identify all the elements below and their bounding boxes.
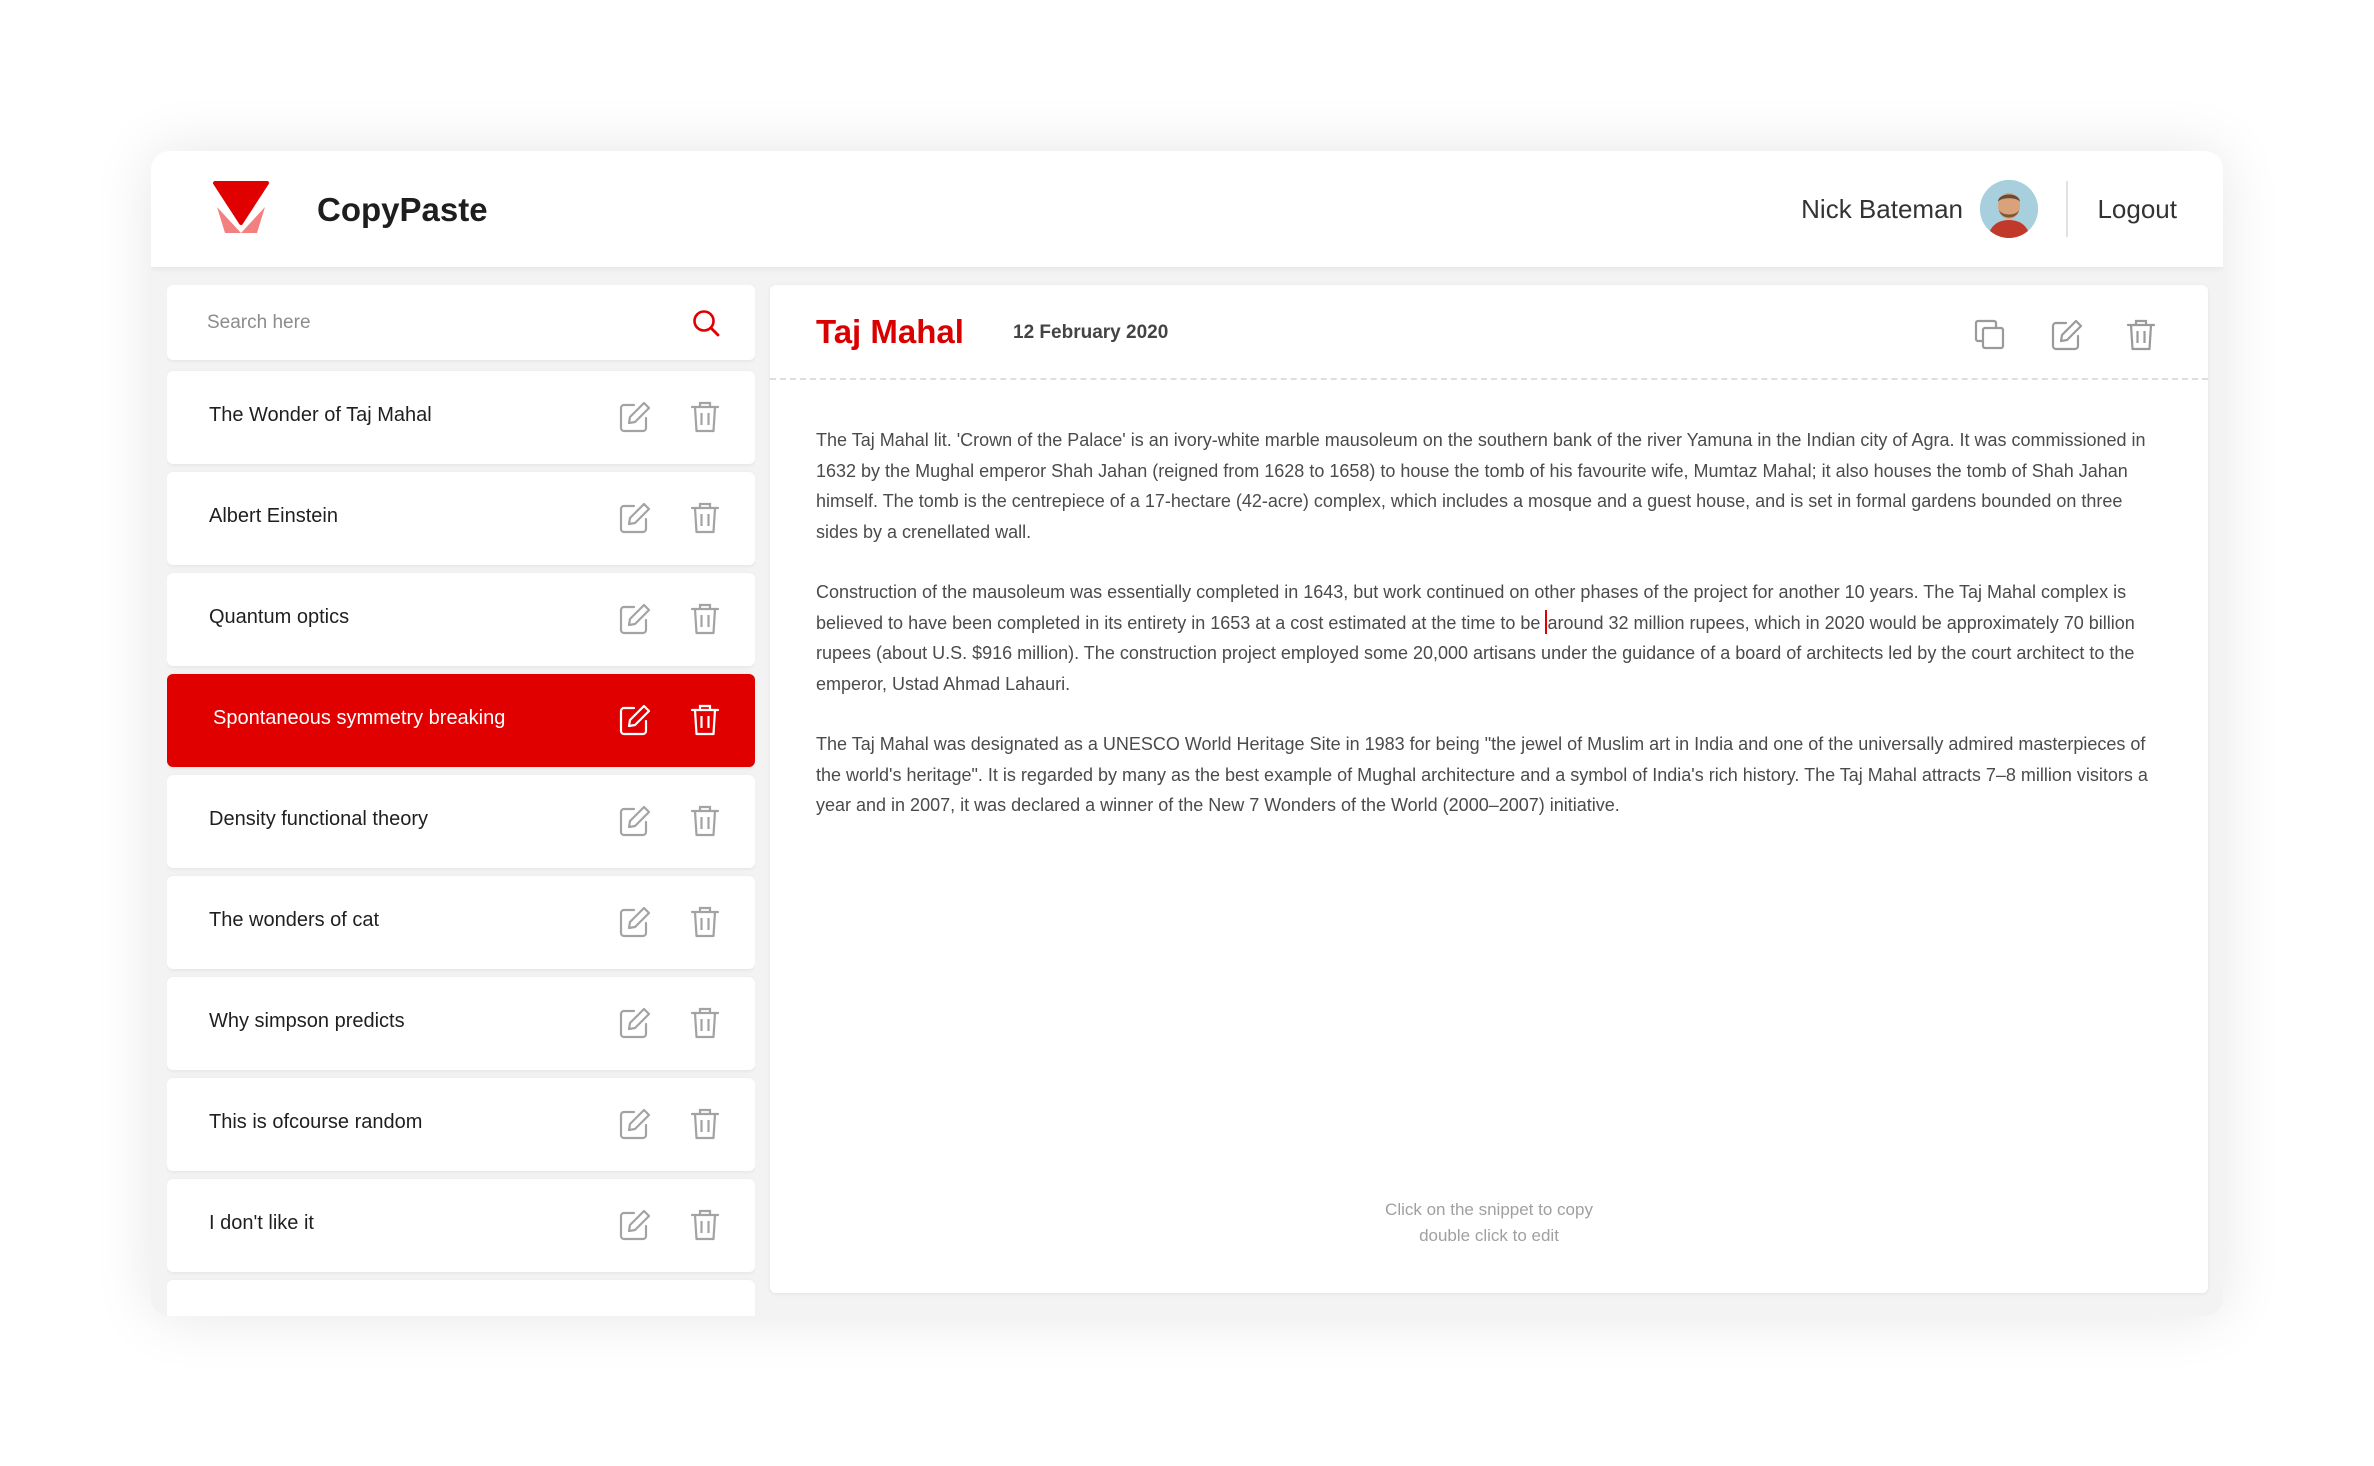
- snippet-list-item[interactable]: [167, 1280, 755, 1316]
- snippet-list-item[interactable]: The Wonder of Taj Mahal: [167, 371, 755, 464]
- document-date: 12 February 2020: [1013, 322, 1169, 343]
- snippet-title: Why simpson predicts: [209, 1010, 405, 1032]
- snippet-sidebar: The Wonder of Taj Mahal Albert Einstein Qu…: [167, 285, 755, 1316]
- document-paragraph: Construction of the mausoleum was essent…: [816, 577, 2156, 699]
- snippet-list-item[interactable]: Spontaneous symmetry breaking: [167, 674, 755, 767]
- hint-line: Click on the snippet to copy: [1385, 1200, 1593, 1219]
- snippet-detail-panel: Taj Mahal 12 February 2020 The Taj Mahal…: [770, 285, 2208, 1293]
- snippet-title: Density functional theory: [209, 808, 429, 830]
- snippet-list-item[interactable]: I don't like it: [167, 1179, 755, 1272]
- snippet-title: The wonders of cat: [209, 909, 380, 931]
- snippet-title: Spontaneous symmetry breaking: [213, 707, 506, 729]
- edit-icon[interactable]: [617, 602, 651, 636]
- trash-icon[interactable]: [690, 703, 720, 737]
- copy-icon[interactable]: [1973, 318, 2007, 352]
- snippet-list-item[interactable]: Why simpson predicts: [167, 977, 755, 1070]
- edit-icon[interactable]: [617, 1107, 651, 1141]
- hint-line: double click to edit: [1419, 1226, 1559, 1245]
- snippet-list-item[interactable]: The wonders of cat: [167, 876, 755, 969]
- trash-icon[interactable]: [690, 1208, 720, 1242]
- trash-icon[interactable]: [690, 501, 720, 535]
- copypaste-logo-icon: [213, 181, 269, 233]
- app-window: CopyPaste Nick Bateman Logout The Wonder…: [151, 151, 2223, 1316]
- trash-icon[interactable]: [690, 905, 720, 939]
- snippet-list-item[interactable]: Quantum optics: [167, 573, 755, 666]
- user-name: Nick Bateman: [1801, 194, 1963, 224]
- usage-hint: Click on the snippet to copy double clic…: [770, 1197, 2208, 1249]
- edit-icon[interactable]: [617, 501, 651, 535]
- edit-icon[interactable]: [617, 400, 651, 434]
- trash-icon[interactable]: [690, 400, 720, 434]
- document-title: Taj Mahal: [816, 313, 964, 350]
- trash-icon[interactable]: [690, 1006, 720, 1040]
- search-bar: [167, 285, 755, 360]
- edit-icon[interactable]: [617, 905, 651, 939]
- trash-icon[interactable]: [690, 804, 720, 838]
- app-name: CopyPaste: [317, 191, 488, 228]
- trash-icon[interactable]: [690, 1107, 720, 1141]
- edit-icon[interactable]: [2049, 318, 2083, 352]
- snippet-title: This is ofcourse random: [209, 1111, 423, 1133]
- snippet-list-item[interactable]: This is ofcourse random: [167, 1078, 755, 1171]
- trash-icon[interactable]: [690, 602, 720, 636]
- user-avatar-icon: [1980, 180, 2038, 238]
- trash-icon[interactable]: [2126, 318, 2156, 352]
- top-bar: CopyPaste Nick Bateman Logout: [151, 151, 2223, 267]
- snippet-title: I don't like it: [209, 1212, 314, 1234]
- header-divider: [2066, 181, 2068, 237]
- avatar[interactable]: [1980, 180, 2038, 238]
- edit-icon[interactable]: [617, 1006, 651, 1040]
- snippet-title: The Wonder of Taj Mahal: [209, 404, 432, 426]
- snippet-list-item[interactable]: Albert Einstein: [167, 472, 755, 565]
- search-input[interactable]: [207, 303, 647, 343]
- document-paragraph: The Taj Mahal lit. 'Crown of the Palace'…: [816, 430, 2146, 542]
- logout-button[interactable]: Logout: [2097, 194, 2177, 225]
- edit-icon[interactable]: [617, 703, 651, 737]
- document-body[interactable]: The Taj Mahal lit. 'Crown of the Palace'…: [816, 425, 2156, 851]
- edit-icon[interactable]: [617, 1208, 651, 1242]
- edit-icon[interactable]: [617, 804, 651, 838]
- detail-header: Taj Mahal 12 February 2020: [770, 285, 2208, 380]
- document-paragraph: The Taj Mahal was designated as a UNESCO…: [816, 734, 2148, 815]
- search-icon[interactable]: [691, 308, 721, 338]
- snippet-title: Quantum optics: [209, 606, 350, 628]
- snippet-title: Albert Einstein: [209, 505, 338, 527]
- snippet-list-item[interactable]: Density functional theory: [167, 775, 755, 868]
